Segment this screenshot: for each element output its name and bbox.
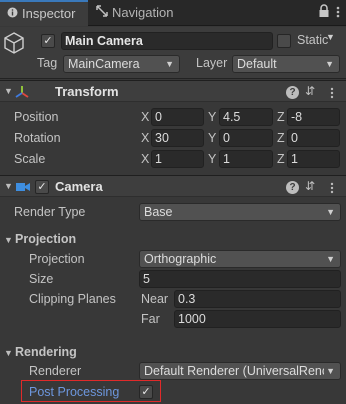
fold-arrow-icon[interactable]: ▼ xyxy=(4,181,13,191)
help-icon[interactable]: ? xyxy=(286,181,299,194)
position-x-field[interactable]: 0 xyxy=(151,108,204,126)
rendering-section-title[interactable]: Rendering xyxy=(15,345,77,359)
near-label[interactable]: Near xyxy=(141,292,168,306)
tag-label: Tag xyxy=(37,56,58,70)
chevron-down-icon: ▼ xyxy=(165,59,174,69)
static-dropdown-arrow[interactable]: ▼ xyxy=(326,32,335,42)
lock-icon[interactable] xyxy=(318,4,330,18)
camera-enabled-checkbox[interactable]: ✓ xyxy=(35,180,49,194)
rotation-z-field[interactable]: 0 xyxy=(287,129,340,147)
scale-z-field[interactable]: 1 xyxy=(287,150,340,168)
scale-label[interactable]: Scale xyxy=(14,152,45,166)
chevron-down-icon: ▼ xyxy=(326,207,335,217)
static-checkbox[interactable] xyxy=(277,34,291,48)
projection-section-title[interactable]: Projection xyxy=(15,232,76,246)
rotation-y-field[interactable]: 0 xyxy=(219,129,273,147)
gameobject-active-checkbox[interactable]: ✓ xyxy=(41,34,55,48)
gameobject-cube-icon xyxy=(3,31,25,55)
clipping-planes-label: Clipping Planes xyxy=(29,292,116,306)
tab-inspector-label: Inspector xyxy=(22,6,76,21)
near-field[interactable]: 0.3 xyxy=(174,290,341,308)
tag-dropdown[interactable]: MainCamera ▼ xyxy=(63,55,180,73)
rotation-x-field[interactable]: 30 xyxy=(151,129,204,147)
navigation-icon xyxy=(96,0,108,26)
axis-y-label[interactable]: Y xyxy=(208,110,216,124)
projection-dropdown[interactable]: Orthographic ▼ xyxy=(139,250,341,268)
position-z-field[interactable]: -8 xyxy=(287,108,340,126)
fold-arrow-icon[interactable]: ▼ xyxy=(4,348,13,358)
size-field[interactable]: 5 xyxy=(139,270,341,288)
post-processing-label: Post Processing xyxy=(29,385,120,399)
axis-y-label[interactable]: Y xyxy=(208,152,216,166)
chevron-down-icon: ▼ xyxy=(325,59,334,69)
tab-inspector[interactable]: Inspector xyxy=(0,0,88,26)
position-label[interactable]: Position xyxy=(14,110,58,124)
axis-x-label[interactable]: X xyxy=(141,131,149,145)
position-y-field[interactable]: 4.5 xyxy=(219,108,273,126)
info-icon xyxy=(6,2,18,26)
render-type-value: Base xyxy=(144,205,173,219)
rotation-label[interactable]: Rotation xyxy=(14,131,61,145)
axis-z-label[interactable]: Z xyxy=(277,152,285,166)
chevron-down-icon: ▼ xyxy=(324,363,335,379)
render-type-dropdown[interactable]: Base ▼ xyxy=(139,203,341,221)
kebab-menu-icon[interactable] xyxy=(336,5,342,19)
size-label[interactable]: Size xyxy=(29,272,53,286)
renderer-label: Renderer xyxy=(29,364,82,378)
transform-title: Transform xyxy=(55,84,119,99)
tab-navigation[interactable]: Navigation xyxy=(90,0,200,26)
renderer-dropdown[interactable]: Default Renderer (UniversalRenc ▼ xyxy=(139,362,341,380)
fold-arrow-icon[interactable]: ▼ xyxy=(4,86,13,96)
help-icon[interactable]: ? xyxy=(286,86,299,99)
tab-navigation-label: Navigation xyxy=(112,5,174,20)
tag-value: MainCamera xyxy=(68,57,140,71)
renderer-value: Default Renderer (UniversalRenc xyxy=(144,364,329,378)
render-type-label: Render Type xyxy=(14,205,86,219)
transform-axes-icon xyxy=(14,84,30,100)
camera-icon xyxy=(15,180,31,194)
camera-title: Camera xyxy=(55,179,103,194)
axis-z-label[interactable]: Z xyxy=(277,110,285,124)
presets-icon[interactable]: ⇵ xyxy=(305,84,315,98)
axis-y-label[interactable]: Y xyxy=(208,131,216,145)
static-label: Static xyxy=(297,33,329,47)
layer-label: Layer xyxy=(196,56,228,70)
layer-value: Default xyxy=(237,57,277,71)
far-label[interactable]: Far xyxy=(141,312,160,326)
scale-x-field[interactable]: 1 xyxy=(151,150,204,168)
far-field[interactable]: 1000 xyxy=(174,310,341,328)
axis-x-label[interactable]: X xyxy=(141,110,149,124)
post-processing-checkbox[interactable]: ✓ xyxy=(139,385,153,399)
axis-z-label[interactable]: Z xyxy=(277,131,285,145)
axis-x-label[interactable]: X xyxy=(141,152,149,166)
kebab-menu-icon[interactable] xyxy=(330,87,336,101)
chevron-down-icon: ▼ xyxy=(326,254,335,264)
scale-y-field[interactable]: 1 xyxy=(219,150,273,168)
projection-value: Orthographic xyxy=(144,252,217,266)
gameobject-name-field[interactable]: Main Camera xyxy=(61,32,273,50)
fold-arrow-icon[interactable]: ▼ xyxy=(4,235,13,245)
projection-label: Projection xyxy=(29,252,85,266)
layer-dropdown[interactable]: Default ▼ xyxy=(232,55,340,73)
presets-icon[interactable]: ⇵ xyxy=(305,179,315,193)
kebab-menu-icon[interactable] xyxy=(330,182,336,196)
